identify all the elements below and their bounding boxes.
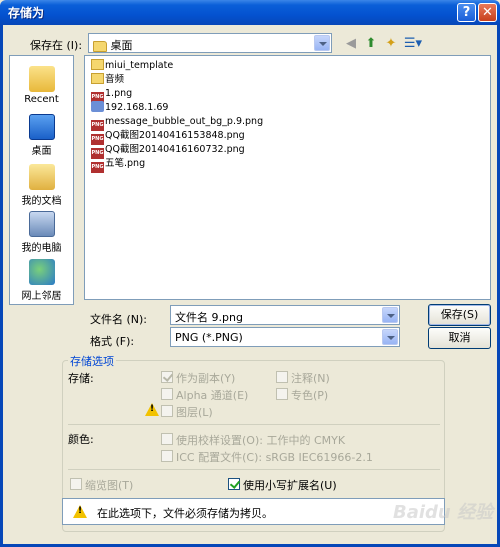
place-desktop[interactable]: 桌面 xyxy=(10,114,73,157)
up-folder-icon[interactable]: ⬆ xyxy=(362,36,380,52)
lowercase-extension-label: 使用小写扩展名(U) xyxy=(243,479,337,492)
list-item[interactable]: PNG 1.png xyxy=(91,87,133,103)
warning-note-text: 在此选项下，文件必须存储为拷贝。 xyxy=(97,507,273,520)
color-label: 颜色: xyxy=(68,433,94,446)
window-title: 存储为 xyxy=(8,6,45,20)
layers-label: 图层(L) xyxy=(176,406,213,419)
watermark: Baidu 经验 xyxy=(393,502,494,523)
annotations-label: 注释(N) xyxy=(291,372,330,385)
filename-field[interactable]: 文件名 9.png xyxy=(170,305,400,325)
list-item[interactable]: PNG QQ截图20140416160732.png xyxy=(91,143,245,159)
annotations-checkbox[interactable] xyxy=(276,371,288,383)
my-computer-icon xyxy=(28,211,55,237)
places-bar: Recent 桌面 我的文档 我的电脑 网上邻居 xyxy=(9,55,74,305)
file-name: QQ截图20140416153848.png xyxy=(105,130,245,141)
lowercase-extension-checkbox[interactable] xyxy=(228,478,240,490)
cancel-button[interactable]: 取消 xyxy=(428,327,491,349)
save-options-title: 存储选项 xyxy=(68,353,116,369)
list-item[interactable]: PNG message_bubble_out_bg_p.9.png xyxy=(91,115,264,131)
close-button[interactable]: ✕ xyxy=(478,3,497,22)
back-icon[interactable]: ◀ xyxy=(342,36,360,52)
alpha-channel-label: Alpha 通道(E) xyxy=(176,389,249,402)
save-in-label: 保存在 (I): xyxy=(30,39,83,52)
icc-profile-label: ICC 配置文件(C): sRGB IEC61966-2.1 xyxy=(176,451,373,464)
folder-icon xyxy=(93,40,107,52)
warning-icon xyxy=(73,505,87,518)
filename-label: 文件名 (N): xyxy=(90,313,148,326)
file-name: 1.png xyxy=(105,88,133,99)
help-button[interactable]: ? xyxy=(457,3,476,22)
file-name: 音频 xyxy=(105,74,125,85)
recent-icon xyxy=(28,66,55,92)
storage-label: 存储: xyxy=(68,372,94,385)
thumbnail-checkbox[interactable] xyxy=(70,478,82,490)
file-name: QQ截图20140416160732.png xyxy=(105,144,245,155)
list-item[interactable]: PNG 五笔.png xyxy=(91,157,146,173)
as-copy-checkbox[interactable] xyxy=(161,371,173,383)
place-label: 我的电脑 xyxy=(21,243,62,254)
icc-profile-checkbox[interactable] xyxy=(161,450,173,462)
network-share-icon xyxy=(91,101,104,112)
file-name: miui_template xyxy=(105,60,174,71)
spot-color-label: 专色(P) xyxy=(291,389,329,402)
file-name: message_bubble_out_bg_p.9.png xyxy=(105,116,264,127)
save-in-value: 桌面 xyxy=(110,39,133,52)
my-documents-icon xyxy=(28,164,55,190)
list-item[interactable]: 音频 xyxy=(91,73,124,87)
format-label: 格式 (F): xyxy=(90,335,135,348)
proof-setup-checkbox[interactable] xyxy=(161,433,173,445)
list-item[interactable]: miui_template xyxy=(91,59,173,73)
spot-color-checkbox[interactable] xyxy=(276,388,288,400)
divider xyxy=(68,469,440,470)
place-network[interactable]: 网上邻居 xyxy=(10,259,73,302)
alpha-channel-checkbox[interactable] xyxy=(161,388,173,400)
place-label: 我的文档 xyxy=(21,196,62,207)
list-item[interactable]: 192.168.1.69 xyxy=(91,101,168,115)
file-name: 五笔.png xyxy=(105,158,146,169)
divider xyxy=(68,424,440,425)
filename-value: 文件名 9.png xyxy=(175,311,243,324)
new-folder-icon[interactable]: ✦ xyxy=(382,36,400,52)
as-copy-label: 作为副本(Y) xyxy=(176,372,236,385)
folder-icon xyxy=(91,73,104,84)
title-bar: 存储为 ? ✕ xyxy=(0,0,500,25)
list-item[interactable]: PNG QQ截图20140416153848.png xyxy=(91,129,245,145)
desktop-icon xyxy=(28,114,55,140)
layers-checkbox[interactable] xyxy=(161,405,173,417)
place-my-documents[interactable]: 我的文档 xyxy=(10,164,73,207)
window-frame-left xyxy=(0,25,3,547)
chevron-down-icon[interactable] xyxy=(314,35,330,51)
save-in-dropdown[interactable]: 桌面 xyxy=(88,33,332,53)
place-recent[interactable]: Recent xyxy=(10,66,73,105)
network-icon xyxy=(28,259,55,285)
place-my-computer[interactable]: 我的电脑 xyxy=(10,211,73,254)
save-button[interactable]: 保存(S) xyxy=(428,304,491,326)
thumbnail-label: 缩览图(T) xyxy=(85,479,134,492)
chevron-down-icon[interactable] xyxy=(382,307,398,323)
file-name: 192.168.1.69 xyxy=(105,102,169,113)
warning-note: 在此选项下，文件必须存储为拷贝。 xyxy=(62,498,445,525)
proof-setup-label: 使用校样设置(O): 工作中的 CMYK xyxy=(176,434,346,447)
warning-icon xyxy=(145,403,159,416)
place-label: Recent xyxy=(24,94,59,105)
format-select[interactable]: PNG (*.PNG) xyxy=(170,327,400,347)
chevron-down-icon[interactable] xyxy=(382,329,398,345)
file-list[interactable]: miui_template 音频 PNG 1.png 192.168.1.69 P… xyxy=(84,55,491,300)
views-menu-icon[interactable]: ☰▾ xyxy=(402,36,424,52)
place-label: 桌面 xyxy=(31,146,52,157)
folder-icon xyxy=(91,59,104,70)
format-value: PNG (*.PNG) xyxy=(175,331,243,344)
png-file-icon: PNG xyxy=(91,162,104,173)
place-label: 网上邻居 xyxy=(21,291,62,302)
